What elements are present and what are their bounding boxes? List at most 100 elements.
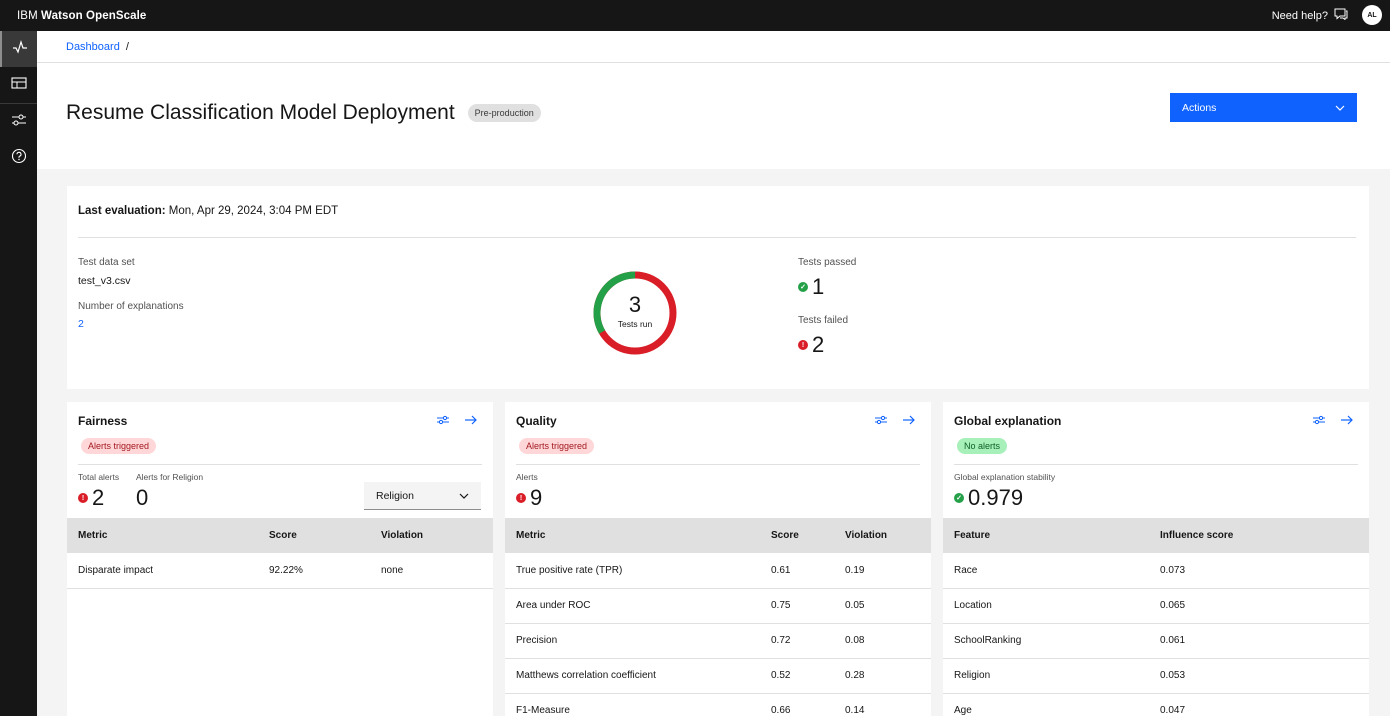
breadcrumb: Dashboard / <box>37 31 1390 63</box>
top-header: IBM Watson OpenScale Need help? AL <box>0 0 1390 31</box>
metric-cell: F1-Measure <box>505 693 760 716</box>
table-row[interactable]: Race 0.073 <box>943 553 1369 589</box>
explanation-divider <box>954 464 1358 465</box>
configure-icon[interactable] <box>437 412 449 430</box>
tests-run-donut: 3 Tests run <box>592 270 678 356</box>
column-header-score[interactable]: Score <box>258 518 370 553</box>
quality-alerts-label: Alerts <box>516 472 538 482</box>
score-cell: 92.22% <box>258 553 370 589</box>
summary-divider <box>78 237 1356 238</box>
checkmark-icon: ✓ <box>798 282 808 292</box>
fairness-panel: Fairness Alerts triggered Total alerts !… <box>67 402 493 716</box>
total-alerts-label: Total alerts <box>78 472 120 482</box>
configure-icon[interactable] <box>875 412 887 430</box>
app-brand[interactable]: IBM Watson OpenScale <box>17 10 146 22</box>
influence-cell: 0.073 <box>1149 553 1369 589</box>
metric-cell: Disparate impact <box>67 553 258 589</box>
need-help-label: Need help? <box>1271 9 1328 22</box>
table-row[interactable]: SchoolRanking 0.061 <box>943 623 1369 659</box>
violation-cell: none <box>370 553 493 589</box>
quality-divider <box>516 464 920 465</box>
feature-cell: SchoolRanking <box>943 623 1149 659</box>
fairness-title: Fairness <box>78 414 128 428</box>
arrow-right-icon[interactable] <box>1341 412 1353 430</box>
last-evaluation-label: Last evaluation: <box>78 205 166 217</box>
column-header-metric[interactable]: Metric <box>505 518 760 553</box>
error-icon: ! <box>78 493 88 503</box>
table-row[interactable]: Location 0.065 <box>943 588 1369 624</box>
explanations-count-link[interactable]: 2 <box>78 318 84 330</box>
last-evaluation: Last evaluation: Mon, Apr 29, 2024, 3:04… <box>78 205 338 217</box>
table-row[interactable]: True positive rate (TPR) 0.61 0.19 <box>505 553 931 589</box>
chevron-down-icon <box>1335 102 1345 114</box>
breadcrumb-dashboard-link[interactable]: Dashboard <box>66 41 120 53</box>
table-row[interactable]: Precision 0.72 0.08 <box>505 623 931 659</box>
score-cell: 0.52 <box>760 658 834 694</box>
page-header: Dashboard / Resume Classification Model … <box>37 31 1390 169</box>
column-header-metric[interactable]: Metric <box>67 518 258 553</box>
settings-adjust-icon <box>11 113 27 132</box>
configure-icon[interactable] <box>1313 412 1325 430</box>
column-header-influence[interactable]: Influence score <box>1149 518 1369 553</box>
quality-panel: Quality Alerts triggered Alerts ! 9 Metr… <box>505 402 931 716</box>
test-dataset-value: test_v3.csv <box>78 275 131 287</box>
table-row[interactable]: Area under ROC 0.75 0.05 <box>505 588 931 624</box>
table-row[interactable]: F1-Measure 0.66 0.14 <box>505 693 931 716</box>
tests-run-label: Tests run <box>617 319 653 329</box>
explanations-count-label: Number of explanations <box>78 301 184 312</box>
rail-item-insights[interactable] <box>0 31 37 67</box>
global-explanation-panel: Global explanation No alerts Global expl… <box>943 402 1369 716</box>
score-cell: 0.61 <box>760 553 834 589</box>
violation-cell: 0.28 <box>834 658 931 694</box>
tests-failed-count: 2 <box>812 332 825 357</box>
feature-cell: Race <box>943 553 1149 589</box>
user-avatar[interactable]: AL <box>1362 5 1382 25</box>
total-alerts-count: 2 <box>92 485 105 510</box>
religion-alerts-count: 0 <box>136 485 149 510</box>
stability-value: ✓ 0.979 <box>954 485 1023 511</box>
evaluation-summary-card: Last evaluation: Mon, Apr 29, 2024, 3:04… <box>67 186 1369 389</box>
attribute-select[interactable]: Religion <box>364 482 481 510</box>
arrow-right-icon[interactable] <box>903 412 915 430</box>
quality-title: Quality <box>516 414 557 428</box>
tests-failed-label: Tests failed <box>798 315 849 326</box>
tests-passed-count: 1 <box>812 274 825 299</box>
rail-item-configure[interactable] <box>0 104 37 140</box>
attribute-select-value: Religion <box>376 489 414 502</box>
violation-cell: 0.08 <box>834 623 931 659</box>
rail-item-datamart[interactable] <box>0 67 37 103</box>
table-row[interactable]: Disparate impact 92.22% none <box>67 553 493 589</box>
help-icon <box>11 148 27 169</box>
arrow-right-icon[interactable] <box>465 412 477 430</box>
table-header-row: Metric Score Violation <box>505 518 931 553</box>
actions-label: Actions <box>1182 101 1217 114</box>
influence-cell: 0.065 <box>1149 588 1369 624</box>
table-row[interactable]: Age 0.047 <box>943 693 1369 716</box>
column-header-violation[interactable]: Violation <box>370 518 493 553</box>
ticket-icon <box>10 76 27 94</box>
explanation-status-tag: No alerts <box>957 438 1008 454</box>
religion-alerts-label: Alerts for Religion <box>136 472 204 482</box>
title-row: Resume Classification Model Deployment P… <box>66 101 541 125</box>
violation-cell: 0.19 <box>834 553 931 589</box>
column-header-violation[interactable]: Violation <box>834 518 931 553</box>
tests-failed-value: ! 2 <box>798 332 824 358</box>
quality-alerts-value: ! 9 <box>516 485 542 511</box>
column-header-score[interactable]: Score <box>760 518 834 553</box>
table-row[interactable]: Religion 0.053 <box>943 658 1369 694</box>
violation-cell: 0.14 <box>834 693 931 716</box>
feature-cell: Religion <box>943 658 1149 694</box>
actions-dropdown-button[interactable]: Actions <box>1170 93 1357 122</box>
column-header-feature[interactable]: Feature <box>943 518 1149 553</box>
test-dataset-label: Test data set <box>78 257 135 268</box>
table-row[interactable]: Matthews correlation coefficient 0.52 0.… <box>505 658 931 694</box>
influence-cell: 0.053 <box>1149 658 1369 694</box>
fairness-divider <box>78 464 482 465</box>
last-evaluation-value: Mon, Apr 29, 2024, 3:04 PM EDT <box>168 205 339 217</box>
rail-item-help[interactable] <box>0 140 37 176</box>
feature-cell: Location <box>943 588 1149 624</box>
quality-alerts-count: 9 <box>530 485 543 510</box>
page-title: Resume Classification Model Deployment <box>66 101 455 124</box>
score-cell: 0.66 <box>760 693 834 716</box>
need-help-link[interactable]: Need help? <box>1272 0 1348 31</box>
